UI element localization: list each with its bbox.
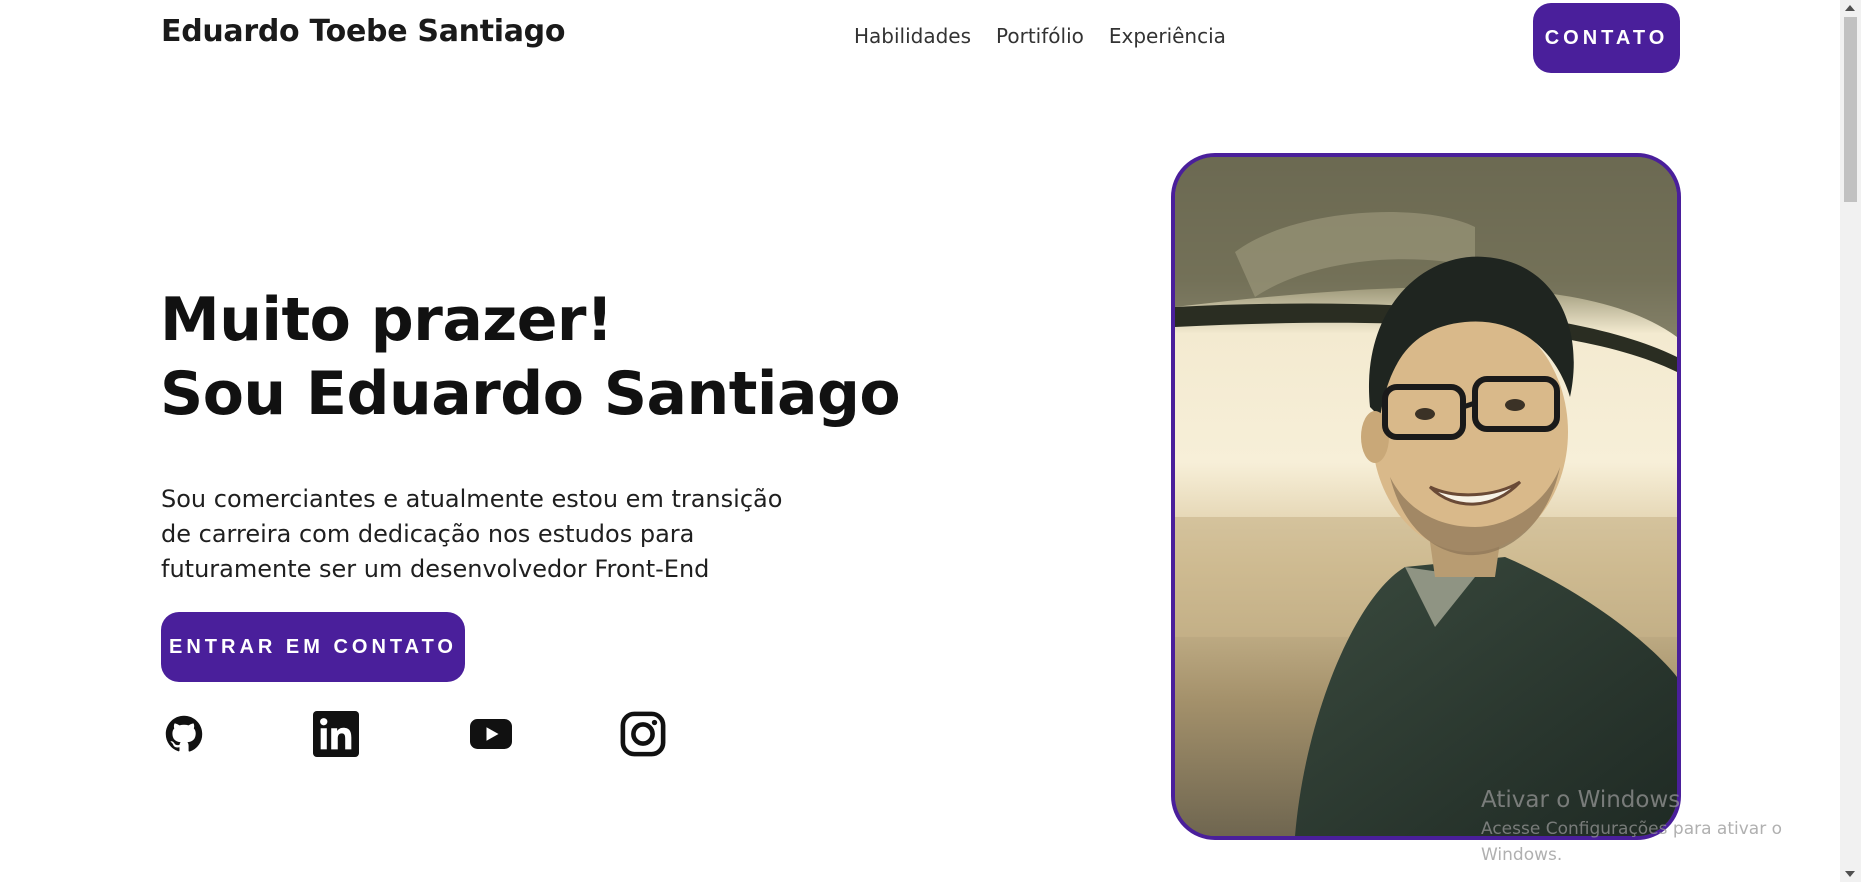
hero-title: Muito prazer! Sou Eduardo Santiago bbox=[160, 283, 901, 431]
main-nav: Habilidades Portifólio Experiência bbox=[854, 24, 1226, 48]
hero-title-line1: Muito prazer! bbox=[160, 285, 613, 355]
nav-item-habilidades[interactable]: Habilidades bbox=[854, 24, 971, 48]
scroll-up-arrow-icon[interactable] bbox=[1845, 5, 1855, 11]
site-brand[interactable]: Eduardo Toebe Santiago bbox=[161, 14, 565, 49]
linkedin-icon[interactable] bbox=[313, 711, 359, 757]
get-in-touch-button[interactable]: ENTRAR EM CONTATO bbox=[161, 612, 465, 682]
scroll-down-arrow-icon[interactable] bbox=[1845, 871, 1855, 877]
nav-item-portifolio[interactable]: Portifólio bbox=[996, 24, 1084, 48]
hero-title-line2: Sou Eduardo Santiago bbox=[160, 359, 901, 429]
github-icon[interactable] bbox=[161, 711, 207, 757]
instagram-icon[interactable] bbox=[620, 711, 666, 757]
hero-description: Sou comerciantes e atualmente estou em t… bbox=[161, 485, 783, 583]
portfolio-page: Eduardo Toebe Santiago Habilidades Porti… bbox=[0, 0, 1861, 882]
profile-photo bbox=[1171, 153, 1681, 840]
contact-button[interactable]: CONTATO bbox=[1533, 3, 1680, 73]
scrollbar-thumb[interactable] bbox=[1844, 17, 1857, 202]
nav-item-experiencia[interactable]: Experiência bbox=[1109, 24, 1226, 48]
page-scrollbar[interactable] bbox=[1840, 0, 1861, 882]
profile-photo-illustration bbox=[1175, 157, 1677, 836]
youtube-icon[interactable] bbox=[468, 711, 514, 757]
